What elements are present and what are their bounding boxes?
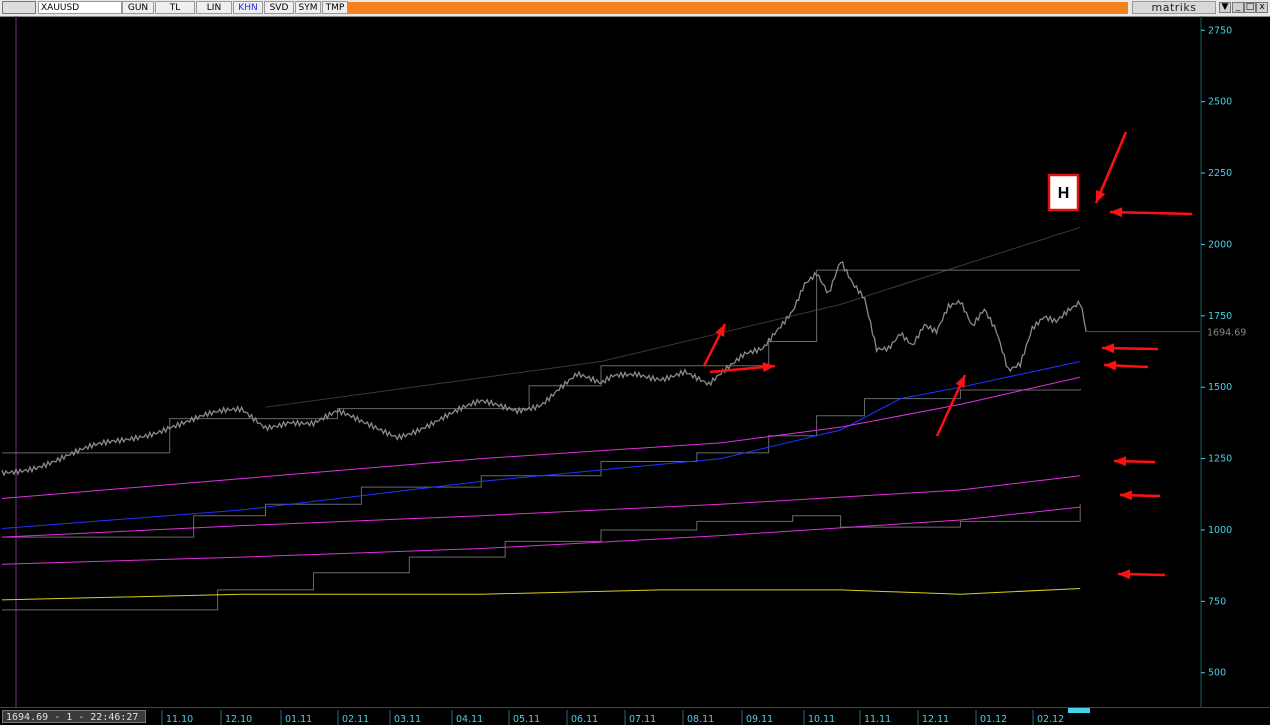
x-tick-label: 02.11	[342, 714, 369, 725]
x-tick-label: 01.12	[980, 714, 1007, 725]
x-tick-label: 12.11	[922, 714, 949, 725]
y-tick-label: 500	[1208, 668, 1226, 679]
dropdown-icon[interactable]: ▼	[1219, 2, 1231, 13]
brand-logo: matriks	[1132, 1, 1216, 14]
y-tick-label: 2500	[1208, 97, 1232, 108]
y-tick-label: 2250	[1208, 168, 1232, 179]
x-tick-label: 11.11	[864, 714, 891, 725]
status-bar: 1694.69 - 1 - 22:46:27 11.10 12.10 01.11 02…	[0, 707, 1270, 725]
x-tick-label: 12.10	[225, 714, 252, 725]
moving-average-line	[1, 361, 1081, 530]
x-axis: 11.10 12.10 01.11 02.11 03.11 04.11 05.11 06.11…	[161, 708, 1090, 725]
x-tick-label: 07.11	[629, 714, 656, 725]
y-tick-label: 1500	[1208, 382, 1232, 393]
annotation-arrowhead	[1096, 190, 1106, 203]
x-tick-label: 01.11	[285, 714, 312, 725]
y-tick-label: 1750	[1208, 311, 1232, 322]
annotation-arrowhead	[1118, 569, 1131, 580]
x-tick-label: 08.11	[687, 714, 714, 725]
upper-trendline	[265, 226, 1081, 408]
button-lin[interactable]: LIN	[196, 1, 232, 14]
x-tick-label: 06.11	[571, 714, 598, 725]
minimize-icon[interactable]: _	[1232, 2, 1244, 13]
moving-average-line	[1, 588, 1081, 601]
x-tick-label: 03.11	[394, 714, 421, 725]
x-tick-label: 10.11	[808, 714, 835, 725]
button-gun[interactable]: GUN	[122, 1, 154, 14]
button-tl[interactable]: TL	[155, 1, 195, 14]
x-tick-label: 05.11	[513, 714, 540, 725]
y-tick-label: 1250	[1208, 454, 1232, 465]
button-svd[interactable]: SVD	[264, 1, 294, 14]
price-line	[1, 261, 1087, 477]
annotation-arrowhead	[1114, 456, 1127, 467]
last-value-label: 1694.69	[1207, 328, 1246, 339]
button-sym[interactable]: SYM	[295, 1, 321, 14]
chart-toolbar: XAUUSD GUN TL LIN KHN SVD SYM TMP matrik…	[0, 0, 1270, 17]
y-tick-label: 750	[1208, 596, 1226, 607]
scroll-indicator[interactable]	[1068, 708, 1090, 713]
x-tick-label: 02.12	[1037, 714, 1064, 725]
symbol-field[interactable]: XAUUSD	[38, 1, 122, 14]
button-khn[interactable]: KHN	[233, 1, 263, 14]
toolbar-title-bar	[348, 2, 1128, 14]
annotation-label-h: H	[1058, 185, 1070, 202]
resistance-step-line	[2, 269, 1081, 454]
x-tick-label: 04.11	[456, 714, 483, 725]
annotation-arrow	[1109, 210, 1193, 216]
x-tick-label: 09.11	[746, 714, 773, 725]
annotation-arrowhead	[1104, 360, 1117, 371]
annotation-arrowhead	[1110, 207, 1123, 218]
support-step-line-1	[2, 388, 1081, 538]
y-tick-label: 2750	[1208, 25, 1232, 36]
annotation-arrowhead	[1102, 343, 1115, 354]
y-tick-label: 2000	[1208, 239, 1232, 250]
close-icon[interactable]: x	[1256, 2, 1268, 13]
maximize-icon[interactable]: □	[1244, 2, 1256, 13]
support-step-line-2	[2, 504, 1081, 611]
button-tmp[interactable]: TMP	[322, 1, 348, 14]
app-logo-icon[interactable]	[2, 1, 36, 14]
annotation-arrowhead	[1120, 490, 1133, 501]
y-tick-label: 1000	[1208, 525, 1232, 536]
price-chart[interactable]: H 500 750 1000 1250 1500 1750 2000 2250 2500 2750…	[0, 16, 1270, 707]
x-tick-label: 11.10	[166, 714, 193, 725]
